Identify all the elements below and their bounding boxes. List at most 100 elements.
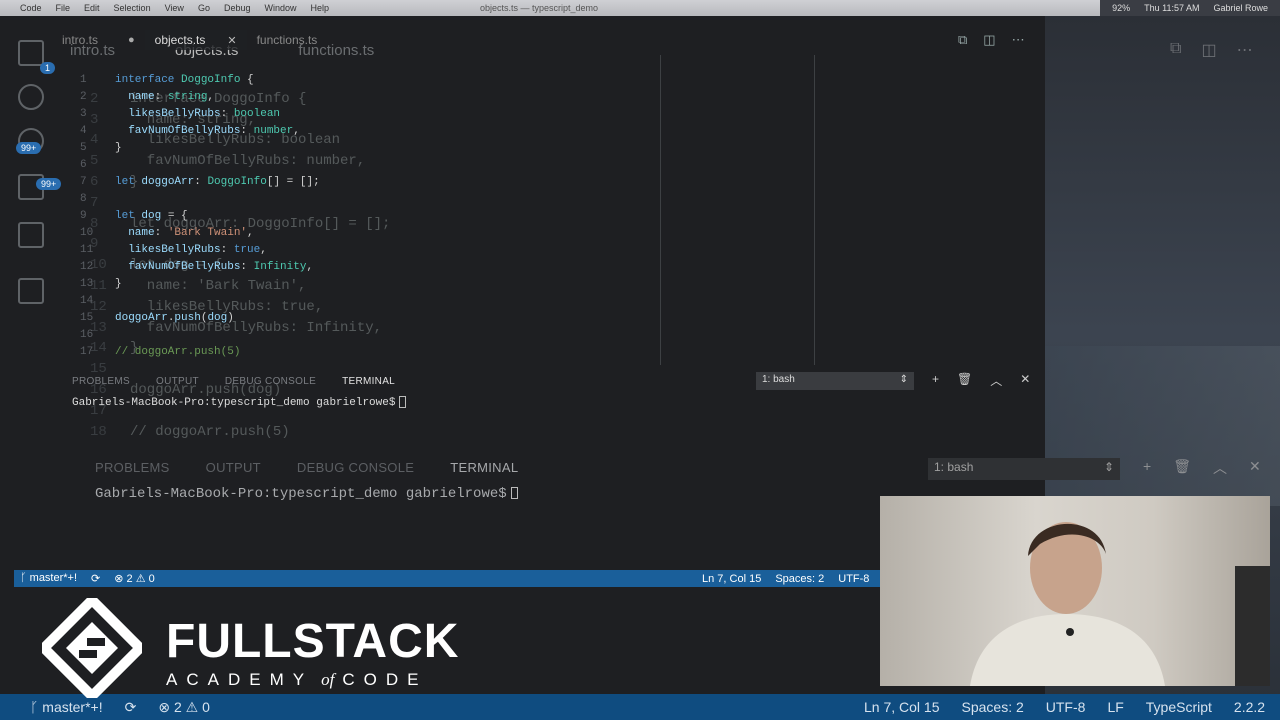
explorer-icon[interactable] (18, 40, 44, 66)
tab-problems[interactable]: PROBLEMS (72, 376, 130, 387)
bg-more-icon: ⋯ (1236, 42, 1253, 59)
tab-functions[interactable]: functions.ts (247, 30, 328, 50)
activity-bar: 1 99+ 99+ (14, 34, 62, 564)
bg-eol: LF (1107, 699, 1124, 715)
bg-cursor-position: Ln 7, Col 15 (864, 699, 940, 715)
tab-output[interactable]: OUTPUT (156, 376, 199, 387)
code-line: 4 favNumOfBellyRubs: number, (80, 125, 300, 137)
code-line: 14 (80, 295, 94, 307)
bg-git-branch: ᚴ master*+! (30, 698, 103, 715)
menu-go[interactable]: Go (198, 3, 210, 13)
menubar-menu: Code File Edit Selection View Go Debug W… (0, 3, 329, 13)
terminal-cursor (399, 396, 407, 408)
bg-language: TypeScript (1145, 699, 1212, 715)
search-icon[interactable] (18, 84, 44, 110)
brand-name: FULLSTACK (166, 615, 460, 668)
tab-functions-label: functions.ts (256, 33, 318, 47)
editor-ruler (814, 55, 815, 365)
modified-dot-icon[interactable]: ● (128, 34, 135, 46)
close-panel-icon[interactable]: ✕ (1020, 372, 1030, 389)
menu-help[interactable]: Help (311, 3, 330, 13)
fullstack-wordmark: FULLSTACK ACADEMY of CODE (166, 618, 459, 690)
explorer-badge: 1 (40, 62, 56, 74)
code-line: 5} (80, 142, 122, 154)
code-line: 17// doggoArr.push(5) (80, 346, 241, 358)
code-line: 15 doggoArr.push(dog) (80, 312, 234, 324)
editor-actions: ⧉ ◫ ⋯ (958, 32, 1025, 48)
source-control-badge: 99+ (16, 142, 42, 154)
mac-menubar: Code File Edit Selection View Go Debug W… (0, 0, 1280, 16)
tab-intro[interactable]: intro.ts ● (52, 30, 145, 50)
code-line: 13} (80, 278, 122, 290)
maximize-panel-icon[interactable]: ︿ (990, 372, 1002, 389)
extensions-square-icon[interactable] (18, 278, 44, 304)
bg-panel-actions: + 🗑 ︿ ✕ (1143, 458, 1261, 478)
editor-ruler (660, 55, 661, 365)
bg-version: 2.2.2 (1233, 699, 1266, 715)
bg-chevron-up-icon: ︿ (1212, 460, 1227, 476)
terminal-prompt[interactable]: Gabriels-MacBook-Pro:typescript_demo gab… (72, 396, 407, 409)
problems-count[interactable]: ⊗ 2 ⚠ 0 (114, 572, 155, 585)
menu-code[interactable]: Code (20, 3, 42, 13)
terminal-select[interactable]: 1: bash ⇕ (756, 372, 914, 390)
code-line: 12 favNumOfBellyRubs: Infinity, (80, 261, 314, 273)
webcam-overlay (880, 496, 1270, 686)
user-name[interactable]: Gabriel Rowe (1213, 3, 1268, 13)
tab-terminal[interactable]: TERMINAL (342, 376, 395, 387)
kill-terminal-icon[interactable]: 🗑 (957, 372, 972, 389)
indentation[interactable]: Spaces: 2 (775, 573, 824, 585)
bg-plus-icon: + (1143, 458, 1152, 474)
code-line: 7 let doggoArr: DoggoInfo[] = []; (80, 176, 320, 188)
menu-window[interactable]: Window (264, 3, 296, 13)
sync-icon[interactable]: ⟳ (91, 572, 100, 585)
debug-badge: 99+ (36, 178, 62, 190)
code-line: 8 (80, 193, 87, 205)
battery-level: 92% (1112, 3, 1131, 13)
bg-encoding: UTF-8 (1045, 699, 1086, 715)
code-line: 11 likesBellyRubs: true, (80, 244, 267, 256)
background-editor-actions: ⧉ ◫ ⋯ (1170, 40, 1253, 60)
new-terminal-icon[interactable]: + (932, 372, 939, 389)
panel-actions: + 🗑 ︿ ✕ (932, 372, 1030, 389)
status-bar: ᚴ master*+! ⟳ ⊗ 2 ⚠ 0 Ln 7, Col 15 Space… (14, 570, 880, 587)
code-line: 3 likesBellyRubs: boolean (80, 108, 281, 120)
code-line: 6 (80, 159, 87, 171)
menu-selection[interactable]: Selection (114, 3, 151, 13)
split-editor-icon[interactable]: ◫ (983, 32, 995, 48)
code-line: 10 name: 'Bark Twain', (80, 227, 254, 239)
bg-sync-icon: ⟳ (124, 698, 137, 715)
extensions-icon[interactable] (18, 222, 44, 248)
fullstack-logo-icon (42, 598, 142, 698)
tab-objects[interactable]: objects.ts ✕ (144, 30, 247, 50)
presenter-image (970, 522, 1270, 686)
code-line: 9 let dog = { (80, 210, 188, 222)
bg-open-changes-icon: ⧉ (1170, 40, 1182, 57)
tab-debug-console[interactable]: DEBUG CONSOLE (225, 376, 316, 387)
select-arrow-icon: ⇕ (899, 374, 908, 385)
encoding[interactable]: UTF-8 (838, 573, 869, 585)
window-title: objects.ts — typescript_demo (480, 3, 599, 13)
menu-file[interactable]: File (56, 3, 71, 13)
bg-split-editor-icon: ◫ (1201, 42, 1217, 59)
close-tab-icon[interactable]: ✕ (227, 34, 236, 47)
code-line: 1 interface DoggoInfo { (80, 74, 254, 86)
brand-subtitle: ACADEMY of CODE (166, 670, 428, 689)
code-line: 2 name: string, (80, 91, 215, 103)
bg-trash-icon: 🗑 (1173, 458, 1191, 474)
more-actions-icon[interactable]: ⋯ (1012, 32, 1025, 48)
bg-close-icon: ✕ (1248, 458, 1261, 474)
menu-view[interactable]: View (165, 3, 184, 13)
code-editor[interactable]: 1 interface DoggoInfo { 2 name: string, 3 l… (80, 55, 320, 378)
bg-indentation: Spaces: 2 (961, 699, 1024, 715)
menu-edit[interactable]: Edit (84, 3, 100, 13)
clock: Thu 11:57 AM (1144, 3, 1200, 13)
open-changes-icon[interactable]: ⧉ (958, 32, 967, 48)
cursor-position[interactable]: Ln 7, Col 15 (702, 573, 761, 585)
background-status-bar: ᚴ master*+! ⟳ ⊗ 2 ⚠ 0 Ln 7, Col 15 Space… (0, 694, 1280, 720)
git-branch[interactable]: ᚴ master*+! (20, 572, 77, 585)
code-line: 16 (80, 329, 94, 341)
editor-tab-bar: intro.ts ● objects.ts ✕ functions.ts (52, 30, 1042, 50)
menubar-status: 92% Thu 11:57 AM Gabriel Rowe (1100, 0, 1280, 16)
tab-objects-label: objects.ts (154, 33, 206, 47)
menu-debug[interactable]: Debug (224, 3, 251, 13)
